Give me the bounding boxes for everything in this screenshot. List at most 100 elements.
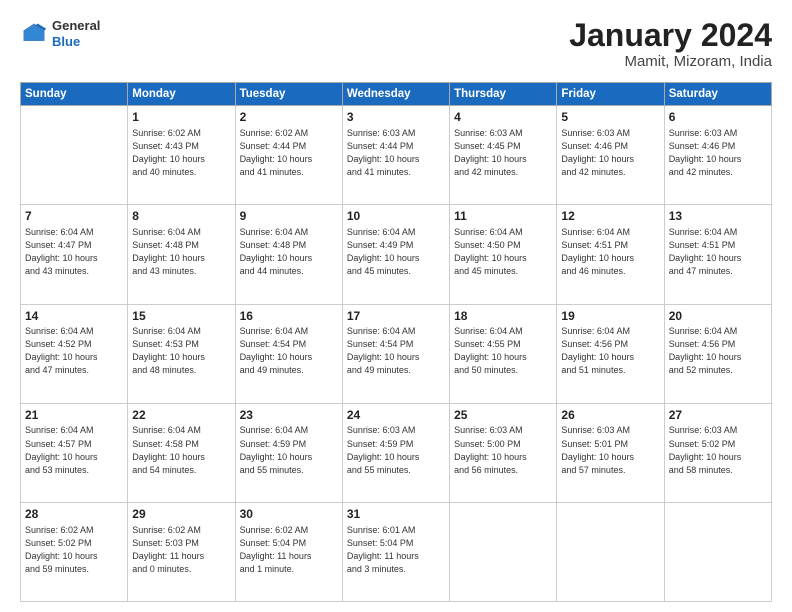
logo-icon [20, 20, 48, 48]
cell-info: Sunrise: 6:03 AM Sunset: 4:44 PM Dayligh… [347, 127, 445, 179]
logo-blue: Blue [52, 34, 100, 50]
cell-day-number: 7 [25, 208, 123, 225]
logo: General Blue [20, 18, 100, 49]
cell-info: Sunrise: 6:04 AM Sunset: 4:59 PM Dayligh… [240, 424, 338, 476]
cell-day-number: 18 [454, 308, 552, 325]
cell-day-number: 17 [347, 308, 445, 325]
cell-info: Sunrise: 6:04 AM Sunset: 4:52 PM Dayligh… [25, 325, 123, 377]
cell-info: Sunrise: 6:02 AM Sunset: 4:44 PM Dayligh… [240, 127, 338, 179]
cell-day-number: 20 [669, 308, 767, 325]
cell-day-number: 23 [240, 407, 338, 424]
page-title: January 2024 [569, 18, 772, 53]
page: General Blue January 2024 Mamit, Mizoram… [0, 0, 792, 612]
weekday-header-thursday: Thursday [450, 83, 557, 106]
cell-day-number: 26 [561, 407, 659, 424]
cell-day-number: 5 [561, 109, 659, 126]
weekday-header-saturday: Saturday [664, 83, 771, 106]
cell-info: Sunrise: 6:03 AM Sunset: 5:02 PM Dayligh… [669, 424, 767, 476]
calendar-cell: 27Sunrise: 6:03 AM Sunset: 5:02 PM Dayli… [664, 403, 771, 502]
cell-info: Sunrise: 6:01 AM Sunset: 5:04 PM Dayligh… [347, 524, 445, 576]
cell-info: Sunrise: 6:04 AM Sunset: 4:56 PM Dayligh… [561, 325, 659, 377]
calendar-cell: 20Sunrise: 6:04 AM Sunset: 4:56 PM Dayli… [664, 304, 771, 403]
calendar-cell: 6Sunrise: 6:03 AM Sunset: 4:46 PM Daylig… [664, 106, 771, 205]
calendar-row-1: 7Sunrise: 6:04 AM Sunset: 4:47 PM Daylig… [21, 205, 772, 304]
cell-day-number: 1 [132, 109, 230, 126]
cell-day-number: 11 [454, 208, 552, 225]
cell-day-number: 16 [240, 308, 338, 325]
calendar-cell: 9Sunrise: 6:04 AM Sunset: 4:48 PM Daylig… [235, 205, 342, 304]
calendar-cell: 31Sunrise: 6:01 AM Sunset: 5:04 PM Dayli… [342, 502, 449, 601]
title-block: January 2024 Mamit, Mizoram, India [569, 18, 772, 70]
calendar-cell: 29Sunrise: 6:02 AM Sunset: 5:03 PM Dayli… [128, 502, 235, 601]
cell-day-number: 21 [25, 407, 123, 424]
cell-info: Sunrise: 6:02 AM Sunset: 4:43 PM Dayligh… [132, 127, 230, 179]
cell-day-number: 14 [25, 308, 123, 325]
cell-day-number: 31 [347, 506, 445, 523]
calendar-row-4: 28Sunrise: 6:02 AM Sunset: 5:02 PM Dayli… [21, 502, 772, 601]
cell-day-number: 12 [561, 208, 659, 225]
cell-info: Sunrise: 6:04 AM Sunset: 4:56 PM Dayligh… [669, 325, 767, 377]
calendar-cell: 11Sunrise: 6:04 AM Sunset: 4:50 PM Dayli… [450, 205, 557, 304]
calendar-row-3: 21Sunrise: 6:04 AM Sunset: 4:57 PM Dayli… [21, 403, 772, 502]
logo-text: General Blue [52, 18, 100, 49]
cell-day-number: 25 [454, 407, 552, 424]
cell-info: Sunrise: 6:04 AM Sunset: 4:55 PM Dayligh… [454, 325, 552, 377]
cell-day-number: 30 [240, 506, 338, 523]
cell-day-number: 15 [132, 308, 230, 325]
calendar-cell: 8Sunrise: 6:04 AM Sunset: 4:48 PM Daylig… [128, 205, 235, 304]
calendar-cell [450, 502, 557, 601]
calendar-cell: 5Sunrise: 6:03 AM Sunset: 4:46 PM Daylig… [557, 106, 664, 205]
calendar-cell: 15Sunrise: 6:04 AM Sunset: 4:53 PM Dayli… [128, 304, 235, 403]
cell-day-number: 2 [240, 109, 338, 126]
weekday-header-wednesday: Wednesday [342, 83, 449, 106]
calendar-cell [664, 502, 771, 601]
weekday-header-monday: Monday [128, 83, 235, 106]
cell-day-number: 9 [240, 208, 338, 225]
cell-info: Sunrise: 6:02 AM Sunset: 5:04 PM Dayligh… [240, 524, 338, 576]
calendar-cell: 28Sunrise: 6:02 AM Sunset: 5:02 PM Dayli… [21, 502, 128, 601]
cell-info: Sunrise: 6:03 AM Sunset: 5:01 PM Dayligh… [561, 424, 659, 476]
calendar-cell: 1Sunrise: 6:02 AM Sunset: 4:43 PM Daylig… [128, 106, 235, 205]
cell-day-number: 19 [561, 308, 659, 325]
cell-day-number: 8 [132, 208, 230, 225]
cell-info: Sunrise: 6:02 AM Sunset: 5:03 PM Dayligh… [132, 524, 230, 576]
calendar-cell: 24Sunrise: 6:03 AM Sunset: 4:59 PM Dayli… [342, 403, 449, 502]
calendar-cell: 10Sunrise: 6:04 AM Sunset: 4:49 PM Dayli… [342, 205, 449, 304]
calendar-cell [557, 502, 664, 601]
cell-day-number: 27 [669, 407, 767, 424]
cell-info: Sunrise: 6:04 AM Sunset: 4:53 PM Dayligh… [132, 325, 230, 377]
cell-info: Sunrise: 6:04 AM Sunset: 4:51 PM Dayligh… [669, 226, 767, 278]
cell-info: Sunrise: 6:04 AM Sunset: 4:51 PM Dayligh… [561, 226, 659, 278]
cell-info: Sunrise: 6:04 AM Sunset: 4:48 PM Dayligh… [132, 226, 230, 278]
calendar-cell: 3Sunrise: 6:03 AM Sunset: 4:44 PM Daylig… [342, 106, 449, 205]
weekday-header-tuesday: Tuesday [235, 83, 342, 106]
calendar-header: SundayMondayTuesdayWednesdayThursdayFrid… [21, 83, 772, 106]
calendar-cell: 16Sunrise: 6:04 AM Sunset: 4:54 PM Dayli… [235, 304, 342, 403]
cell-info: Sunrise: 6:03 AM Sunset: 5:00 PM Dayligh… [454, 424, 552, 476]
calendar-body: 1Sunrise: 6:02 AM Sunset: 4:43 PM Daylig… [21, 106, 772, 602]
calendar-row-0: 1Sunrise: 6:02 AM Sunset: 4:43 PM Daylig… [21, 106, 772, 205]
cell-day-number: 10 [347, 208, 445, 225]
cell-info: Sunrise: 6:02 AM Sunset: 5:02 PM Dayligh… [25, 524, 123, 576]
calendar-cell [21, 106, 128, 205]
calendar-cell: 25Sunrise: 6:03 AM Sunset: 5:00 PM Dayli… [450, 403, 557, 502]
calendar-cell: 13Sunrise: 6:04 AM Sunset: 4:51 PM Dayli… [664, 205, 771, 304]
cell-info: Sunrise: 6:04 AM Sunset: 4:54 PM Dayligh… [347, 325, 445, 377]
calendar-cell: 2Sunrise: 6:02 AM Sunset: 4:44 PM Daylig… [235, 106, 342, 205]
logo-general: General [52, 18, 100, 34]
cell-day-number: 13 [669, 208, 767, 225]
cell-info: Sunrise: 6:03 AM Sunset: 4:46 PM Dayligh… [561, 127, 659, 179]
cell-info: Sunrise: 6:04 AM Sunset: 4:49 PM Dayligh… [347, 226, 445, 278]
cell-info: Sunrise: 6:04 AM Sunset: 4:57 PM Dayligh… [25, 424, 123, 476]
cell-info: Sunrise: 6:04 AM Sunset: 4:50 PM Dayligh… [454, 226, 552, 278]
cell-day-number: 3 [347, 109, 445, 126]
cell-day-number: 28 [25, 506, 123, 523]
cell-info: Sunrise: 6:04 AM Sunset: 4:48 PM Dayligh… [240, 226, 338, 278]
cell-day-number: 29 [132, 506, 230, 523]
cell-info: Sunrise: 6:03 AM Sunset: 4:59 PM Dayligh… [347, 424, 445, 476]
cell-info: Sunrise: 6:04 AM Sunset: 4:47 PM Dayligh… [25, 226, 123, 278]
cell-info: Sunrise: 6:03 AM Sunset: 4:45 PM Dayligh… [454, 127, 552, 179]
cell-info: Sunrise: 6:04 AM Sunset: 4:58 PM Dayligh… [132, 424, 230, 476]
calendar-cell: 19Sunrise: 6:04 AM Sunset: 4:56 PM Dayli… [557, 304, 664, 403]
cell-day-number: 24 [347, 407, 445, 424]
